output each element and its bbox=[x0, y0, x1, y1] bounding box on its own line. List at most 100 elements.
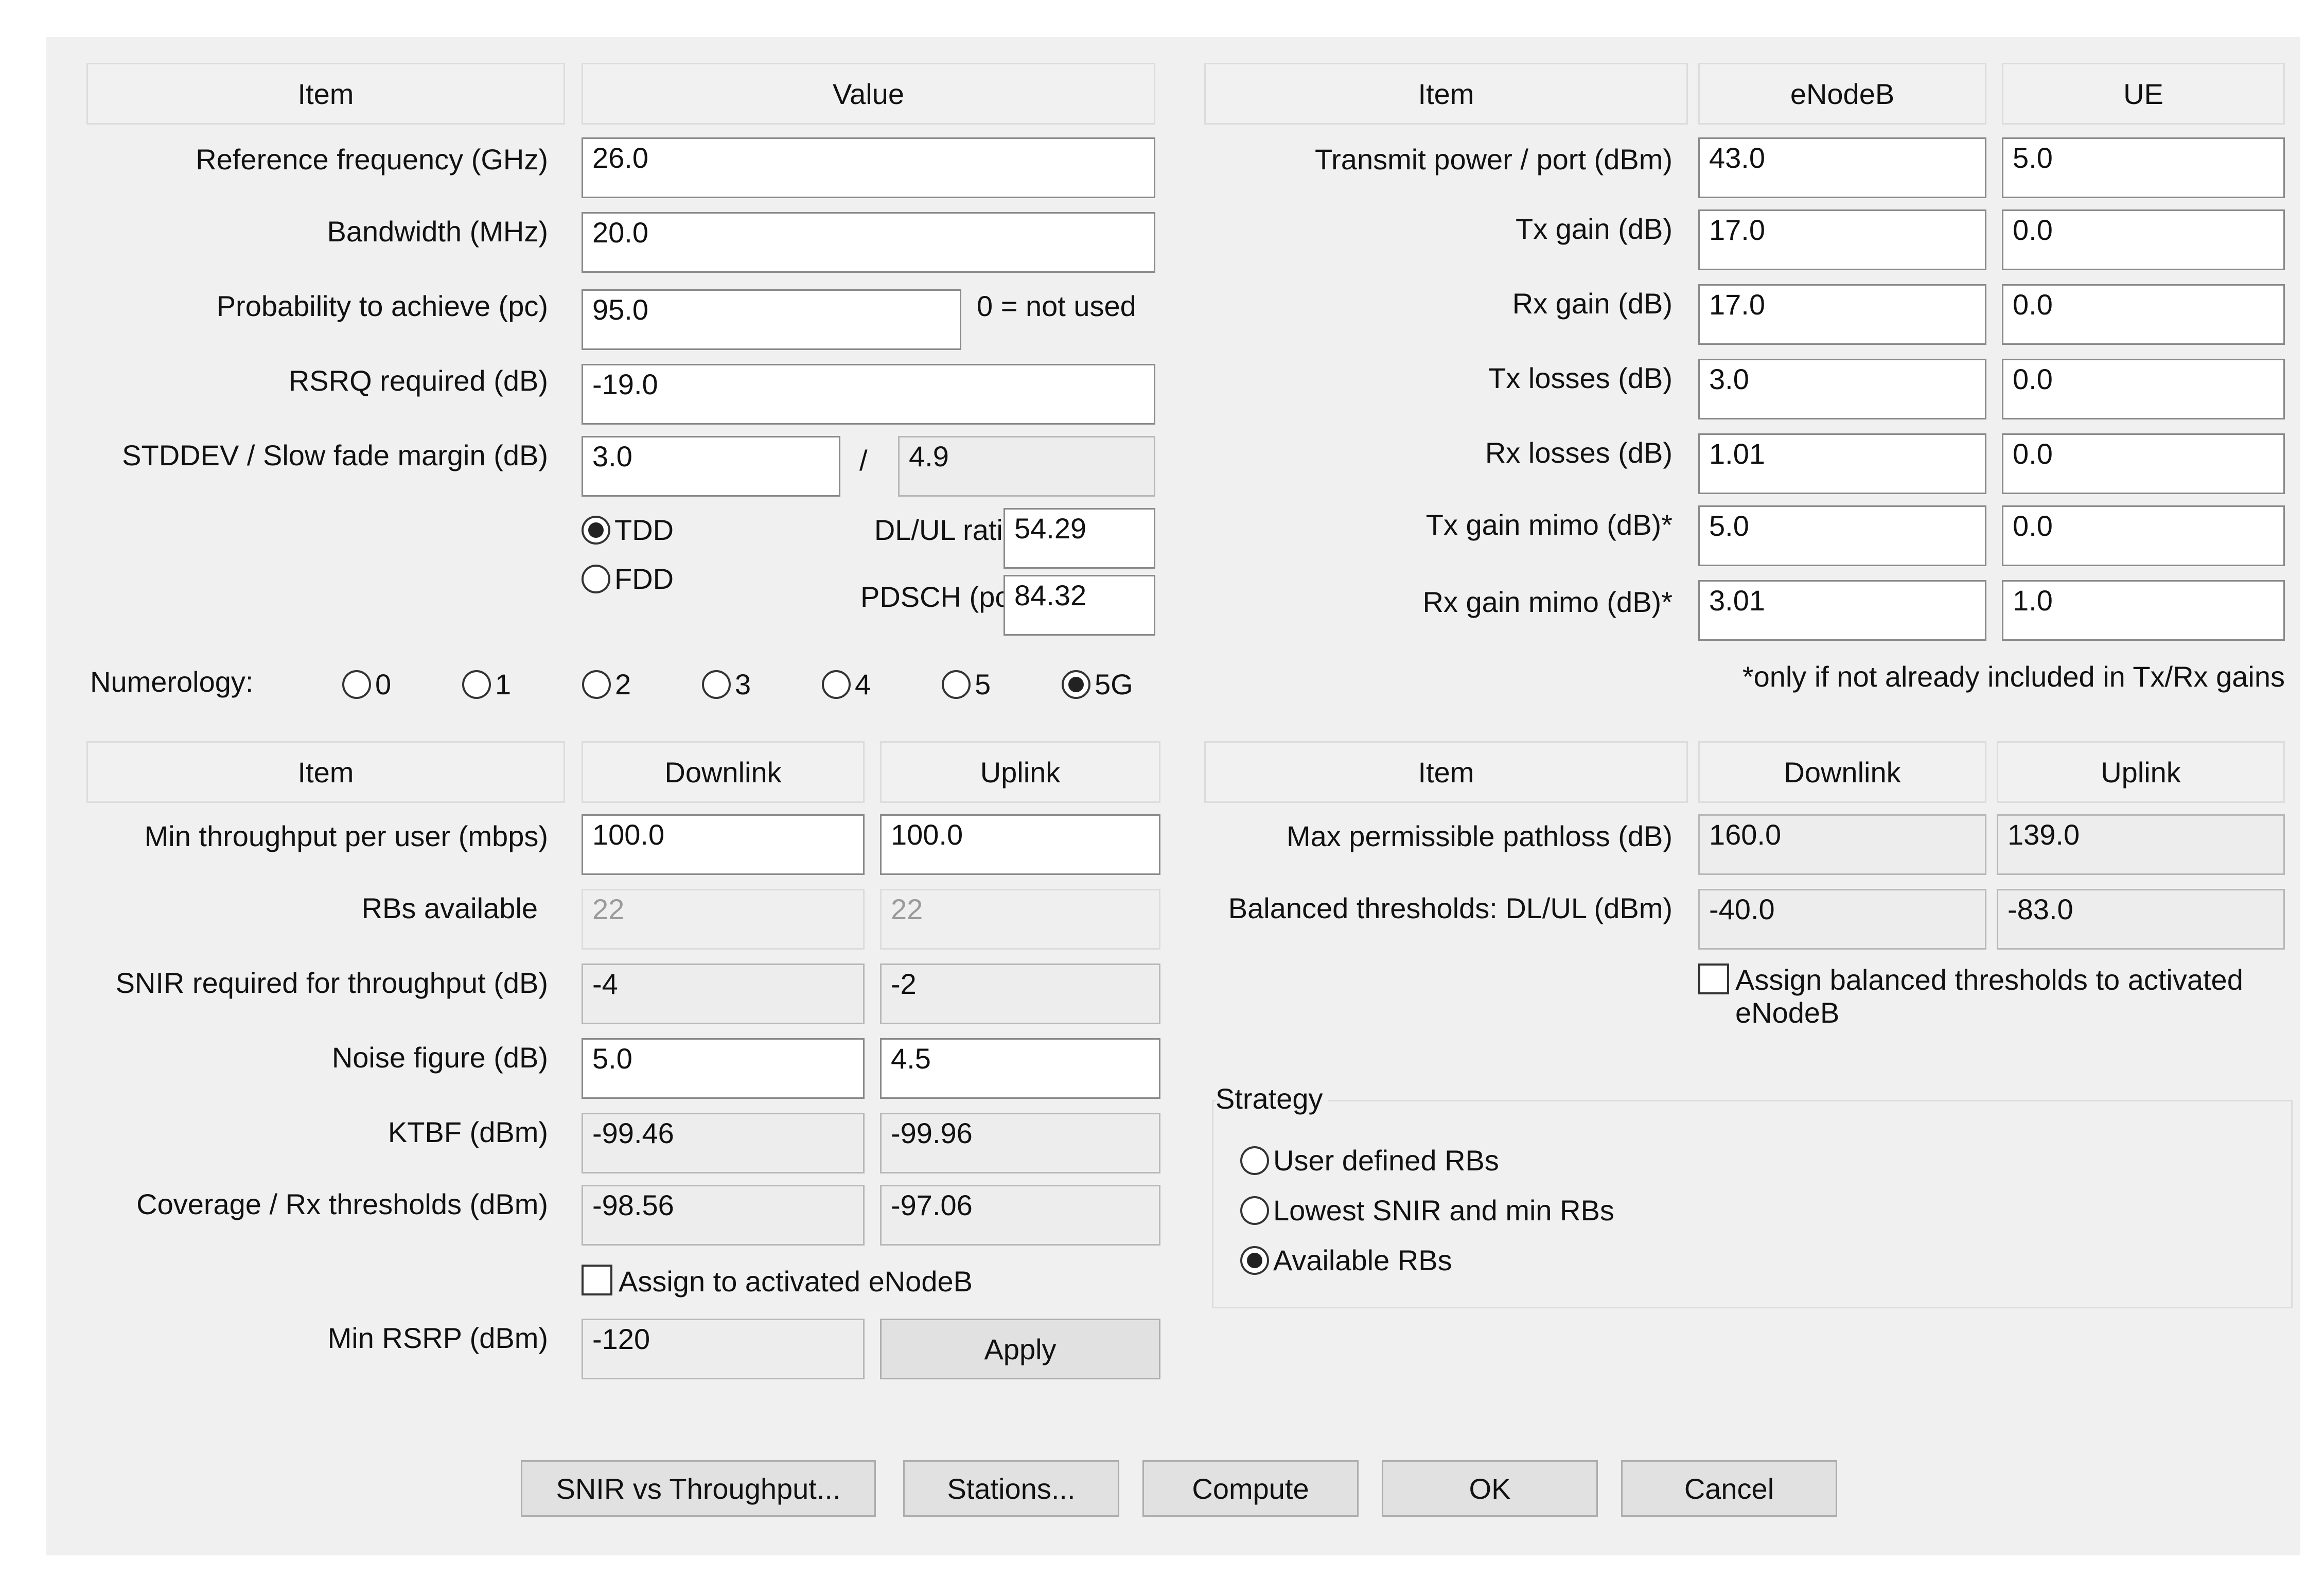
radio-row-label: Tx gain (dB) bbox=[1516, 213, 1672, 245]
ktbf-ul-field: -99.96 bbox=[880, 1113, 1160, 1173]
ok-button[interactable]: OK bbox=[1382, 1460, 1598, 1517]
snir-ul-field: -2 bbox=[880, 963, 1160, 1024]
numerology-option-label: 3 bbox=[735, 668, 751, 700]
radio-selected-icon bbox=[1062, 670, 1090, 699]
radio-unselected-icon bbox=[462, 670, 491, 699]
rx-gain-mimo-enodeb-input[interactable]: 3.01 bbox=[1698, 580, 1986, 641]
tdd-radio[interactable]: TDD bbox=[582, 513, 674, 547]
radio-row-label: Tx gain mimo (dB)* bbox=[1425, 509, 1672, 541]
dlul-ratio-input[interactable]: 54.29 bbox=[1003, 508, 1155, 569]
cancel-button[interactable]: Cancel bbox=[1621, 1460, 1837, 1517]
slow-fade-margin-field: 4.9 bbox=[898, 436, 1155, 497]
radio-selected-icon bbox=[582, 515, 610, 545]
ktbf-dl-field: -99.46 bbox=[582, 1113, 865, 1173]
ref-freq-input[interactable]: 26.0 bbox=[582, 137, 1155, 198]
fdd-radio[interactable]: FDD bbox=[582, 562, 674, 595]
min-rsrp-field[interactable]: -120 bbox=[582, 1319, 865, 1379]
numerology-label: Numerology: bbox=[90, 665, 254, 698]
rx-gain-mimo-ue-input[interactable]: 1.0 bbox=[2002, 580, 2285, 641]
rsrq-input[interactable]: -19.0 bbox=[582, 364, 1155, 425]
numerology-option-label: 1 bbox=[495, 668, 512, 700]
probability-input[interactable]: 95.0 bbox=[582, 289, 961, 350]
radio-row-label: Rx losses (dB) bbox=[1485, 436, 1672, 469]
numerology-option-label: 4 bbox=[855, 668, 871, 700]
snir-vs-throughput-button[interactable]: SNIR vs Throughput... bbox=[521, 1460, 876, 1517]
mimo-footnote: *only if not already included in Tx/Rx g… bbox=[1742, 660, 2285, 693]
stations-button[interactable]: Stations... bbox=[903, 1460, 1119, 1517]
max-pathloss-dl-field: 160.0 bbox=[1698, 814, 1986, 875]
max-pathloss-ul-field: 139.0 bbox=[1997, 814, 2285, 875]
numerology-option-2[interactable]: 2 bbox=[582, 668, 631, 701]
tx-losses-ue-input[interactable]: 0.0 bbox=[2002, 359, 2285, 419]
compute-button[interactable]: Compute bbox=[1142, 1460, 1359, 1517]
stddev-label: STDDEV / Slow fade margin (dB) bbox=[122, 439, 548, 471]
radio-row-label: Tx losses (dB) bbox=[1488, 362, 1672, 394]
pathloss-header-downlink: Downlink bbox=[1698, 741, 1986, 803]
radio-unselected-icon bbox=[582, 564, 610, 593]
radio-row-label: Transmit power / port (dBm) bbox=[1315, 143, 1672, 176]
coverage-ul-field: -97.06 bbox=[880, 1185, 1160, 1246]
tx-gain-mimo-ue-input[interactable]: 0.0 bbox=[2002, 505, 2285, 566]
rx-gain-enodeb-input[interactable]: 17.0 bbox=[1698, 284, 1986, 345]
apply-button[interactable]: Apply bbox=[880, 1319, 1160, 1379]
min-throughput-label: Min throughput per user (mbps) bbox=[144, 820, 548, 852]
numerology-option-label: 0 bbox=[375, 668, 392, 700]
radio-unselected-icon bbox=[342, 670, 371, 699]
rbs-available-label: RBs available bbox=[361, 892, 538, 924]
numerology-option-1[interactable]: 1 bbox=[462, 668, 511, 701]
strategy-option-label: Lowest SNIR and min RBs bbox=[1273, 1194, 1614, 1226]
tx-gain-enodeb-input[interactable]: 17.0 bbox=[1698, 209, 1986, 270]
radio-unselected-icon bbox=[702, 670, 731, 699]
radio-header-ue: UE bbox=[2002, 63, 2285, 125]
radio-row-label: Rx gain mimo (dB)* bbox=[1422, 586, 1672, 618]
numerology-option-5g[interactable]: 5G bbox=[1062, 668, 1133, 701]
numerology-option-4[interactable]: 4 bbox=[822, 668, 871, 701]
min-rsrp-label: Min RSRP (dBm) bbox=[327, 1322, 548, 1354]
radio-header-enodeb: eNodeB bbox=[1698, 63, 1986, 125]
rx-losses-enodeb-input[interactable]: 1.01 bbox=[1698, 433, 1986, 494]
strategy-title: Strategy bbox=[1216, 1082, 1328, 1115]
radio-unselected-icon bbox=[942, 670, 971, 699]
numerology-option-3[interactable]: 3 bbox=[702, 668, 751, 701]
pdsch-label: PDSCH (pc) bbox=[860, 581, 1019, 613]
rsrq-label: RSRQ required (dB) bbox=[288, 364, 548, 397]
checkbox-unchecked-icon bbox=[582, 1265, 612, 1295]
tdd-label: TDD bbox=[614, 514, 674, 546]
min-throughput-dl-input[interactable]: 100.0 bbox=[582, 814, 865, 875]
strategy-available-rbs-radio[interactable]: Available RBs bbox=[1240, 1243, 1452, 1277]
strategy-user-defined-radio[interactable]: User defined RBs bbox=[1240, 1144, 1499, 1177]
probability-note: 0 = not used bbox=[977, 290, 1136, 322]
numerology-option-0[interactable]: 0 bbox=[342, 668, 391, 701]
fdd-label: FDD bbox=[614, 563, 674, 595]
snir-dl-field: -4 bbox=[582, 963, 865, 1024]
ktbf-label: KTBF (dBm) bbox=[388, 1116, 548, 1148]
numerology-option-5[interactable]: 5 bbox=[942, 668, 991, 701]
bandwidth-input[interactable]: 20.0 bbox=[582, 212, 1155, 273]
ref-freq-label: Reference frequency (GHz) bbox=[196, 143, 548, 176]
noise-figure-ul-input[interactable]: 4.5 bbox=[880, 1038, 1160, 1099]
rx-gain-ue-input[interactable]: 0.0 bbox=[2002, 284, 2285, 345]
min-throughput-ul-input[interactable]: 100.0 bbox=[880, 814, 1160, 875]
rx-losses-ue-input[interactable]: 0.0 bbox=[2002, 433, 2285, 494]
strategy-option-label: Available RBs bbox=[1273, 1244, 1452, 1276]
strategy-lowest-snir-radio[interactable]: Lowest SNIR and min RBs bbox=[1240, 1194, 1614, 1227]
pdsch-input[interactable]: 84.32 bbox=[1003, 575, 1155, 636]
stddev-input[interactable]: 3.0 bbox=[582, 436, 840, 497]
general-header-item: Item bbox=[86, 63, 565, 125]
tx-gain-mimo-enodeb-input[interactable]: 5.0 bbox=[1698, 505, 1986, 566]
strategy-option-label: User defined RBs bbox=[1273, 1144, 1499, 1177]
probability-label: Probability to achieve (pc) bbox=[216, 290, 548, 322]
noise-figure-dl-input[interactable]: 5.0 bbox=[582, 1038, 865, 1099]
assign-activated-enodeb-checkbox[interactable]: Assign to activated eNodeB bbox=[582, 1265, 973, 1298]
tx-power-enodeb-input[interactable]: 43.0 bbox=[1698, 137, 1986, 198]
tx-losses-enodeb-input[interactable]: 3.0 bbox=[1698, 359, 1986, 419]
assign-balanced-checkbox[interactable]: Assign balanced thresholds to activated … bbox=[1698, 963, 2290, 1030]
pathloss-header-item: Item bbox=[1204, 741, 1688, 803]
tx-gain-ue-input[interactable]: 0.0 bbox=[2002, 209, 2285, 270]
tx-power-ue-input[interactable]: 5.0 bbox=[2002, 137, 2285, 198]
link-header-downlink: Downlink bbox=[582, 741, 865, 803]
assign-activated-label: Assign to activated eNodeB bbox=[619, 1265, 973, 1298]
settings-dialog: Item Value Reference frequency (GHz) 26.… bbox=[46, 37, 2300, 1555]
radio-row-label: Rx gain (dB) bbox=[1512, 287, 1672, 320]
balanced-dl-field: -40.0 bbox=[1698, 889, 1986, 950]
